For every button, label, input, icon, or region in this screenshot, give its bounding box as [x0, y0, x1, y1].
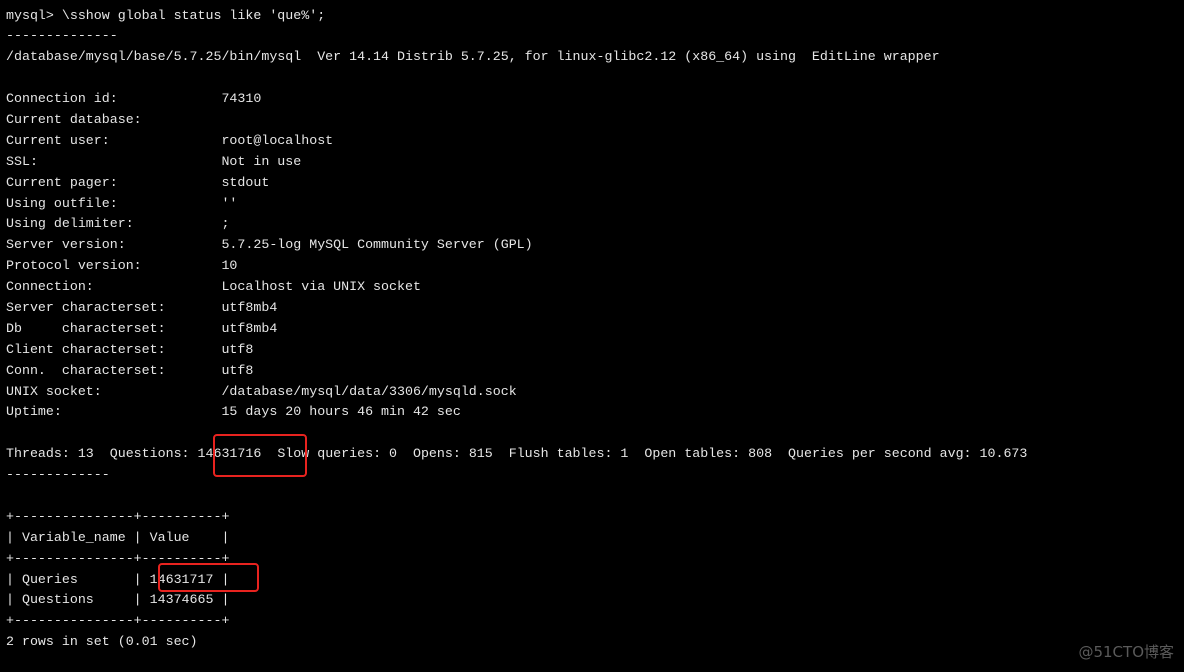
field-value: 10	[221, 258, 238, 274]
field-label: Server characterset:	[6, 299, 166, 315]
status-field: Current user: root@localhost	[6, 131, 1027, 152]
field-value: utf8mb4	[221, 299, 278, 315]
table-row: | Questions | 14374665 |	[6, 590, 1027, 611]
highlight-box-questions	[213, 434, 307, 477]
status-field: UNIX socket: /database/mysql/data/3306/my…	[6, 382, 1027, 403]
table-border: +---------------+----------+	[6, 613, 230, 629]
field-value: stdout	[221, 174, 270, 190]
stats-prefix: Threads: 13 Questions:	[6, 446, 198, 462]
field-label: SSL:	[6, 153, 38, 169]
status-field: Using delimiter:;	[6, 214, 1027, 235]
status-field: Using outfile: ''	[6, 194, 1027, 215]
field-label: Protocol version:	[6, 258, 142, 274]
field-label: UNIX socket:	[6, 383, 102, 399]
row-name: | Queries |	[6, 571, 150, 587]
field-value: utf8	[221, 341, 254, 357]
field-label: Using delimiter:	[6, 216, 134, 232]
field-label: Db characterset:	[6, 320, 166, 336]
field-value: ;	[221, 216, 230, 232]
field-label: Current database:	[6, 111, 142, 127]
watermark: @51CTO博客	[1078, 643, 1174, 661]
field-label: Conn. characterset:	[6, 362, 166, 378]
field-value: 5.7.25-log MySQL Community Server (GPL)	[221, 237, 533, 253]
status-field: Conn. characterset: utf8	[6, 361, 1027, 382]
field-label: Connection:	[6, 279, 94, 295]
field-value: Not in use	[221, 153, 302, 169]
field-value: root@localhost	[221, 132, 334, 148]
separator: -------------	[6, 467, 110, 483]
table-border: +---------------+----------+	[6, 508, 230, 524]
field-label: Connection id:	[6, 91, 118, 107]
status-field: Db characterset: utf8mb4	[6, 319, 1027, 340]
field-value: /database/mysql/data/3306/mysqld.sock	[221, 383, 517, 399]
highlight-box-queries	[158, 563, 259, 592]
stats-line: Threads: 13 Questions: 14631716 Slow que…	[6, 444, 1027, 465]
separator: --------------	[6, 28, 118, 44]
status-field: Uptime: 15 days 20 hours 46 min 42 sec	[6, 402, 1027, 423]
table-header: | Variable_name | Value |	[6, 529, 230, 545]
field-value: Localhost via UNIX socket	[221, 279, 421, 295]
status-field: Server version: 5.7.25-log MySQL Communit…	[6, 235, 1027, 256]
field-label: Using outfile:	[6, 195, 118, 211]
field-label: Client characterset:	[6, 341, 166, 357]
result-summary: 2 rows in set (0.01 sec)	[6, 634, 198, 650]
status-field: Server characterset: utf8mb4	[6, 298, 1027, 319]
command-line: mysql> \sshow global status like 'que%';	[6, 7, 326, 23]
row-end: |	[213, 592, 230, 608]
row-value: 14374665	[149, 592, 214, 608]
field-value: utf8	[221, 362, 254, 378]
field-value: 15 days 20 hours 46 min 42 sec	[221, 404, 461, 420]
version-line: /database/mysql/base/5.7.25/bin/mysql Ve…	[6, 49, 940, 65]
field-value: 74310	[221, 91, 262, 107]
status-field: Connection id: 74310	[6, 89, 1027, 110]
field-value: utf8mb4	[221, 320, 278, 336]
stats-suffix: Slow queries: 0 Opens: 815 Flush tables:…	[261, 446, 1028, 462]
row-name: | Questions |	[6, 592, 150, 608]
field-label: Current pager:	[6, 174, 118, 190]
field-value: ''	[221, 195, 238, 211]
status-field: Current database:	[6, 110, 1027, 131]
status-field: Protocol version: 10	[6, 256, 1027, 277]
status-field: Current pager: stdout	[6, 173, 1027, 194]
field-label: Uptime:	[6, 404, 62, 420]
terminal-output: mysql> \sshow global status like 'que%';…	[6, 6, 1027, 654]
field-label: Current user:	[6, 132, 110, 148]
status-field: Connection: Localhost via UNIX socket	[6, 277, 1027, 298]
field-label: Server version:	[6, 237, 126, 253]
status-field: Client characterset: utf8	[6, 340, 1027, 361]
status-field: SSL: Not in use	[6, 152, 1027, 173]
status-fields: Connection id: 74310 Current database: Curr…	[6, 89, 1027, 423]
